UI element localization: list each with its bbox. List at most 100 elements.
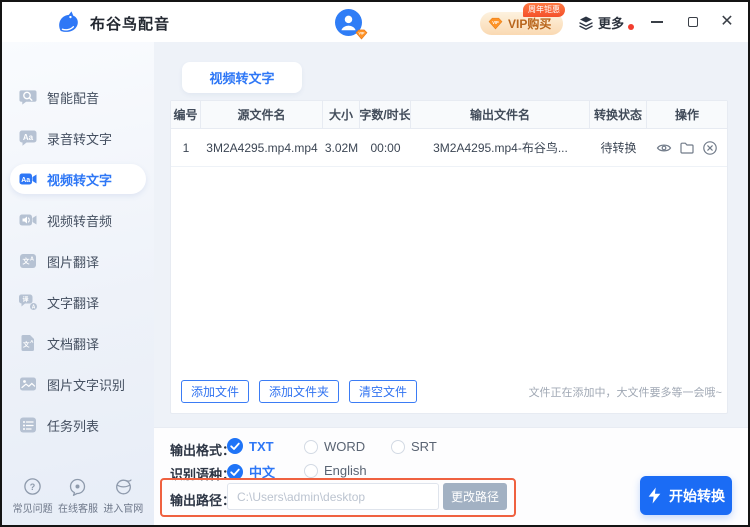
vip-purchase-label: VIP购买 [508, 15, 551, 32]
col-header-actions: 操作 [647, 101, 727, 128]
text-translate-icon: 译 A [18, 292, 38, 312]
question-icon: ? [23, 477, 42, 496]
sidebar-item-video-to-audio[interactable]: 视频转音频 [10, 205, 146, 235]
open-folder-icon[interactable] [679, 140, 695, 156]
svg-text:Aa: Aa [23, 133, 34, 142]
more-menu[interactable]: 更多 [578, 13, 634, 32]
radio-checked-icon [227, 438, 243, 454]
sidebar-item-video-to-text[interactable]: Aa 视频转文字 [10, 164, 146, 194]
language-option-english[interactable]: English [304, 463, 367, 478]
format-option-srt[interactable]: SRT [391, 439, 437, 454]
cell-no: 1 [171, 129, 201, 166]
language-chinese-label: 中文 [249, 462, 275, 481]
preview-eye-icon[interactable] [656, 140, 672, 156]
file-table-card: 编号 源文件名 大小 字数/时长 输出文件名 转换状态 操作 1 3M2A429… [170, 100, 728, 414]
image-translate-icon: 文 A [18, 251, 38, 271]
col-header-output: 输出文件名 [411, 101, 590, 128]
sidebar-item-audio-to-text[interactable]: Aa 录音转文字 [10, 123, 146, 153]
cell-size: 3.02M [323, 129, 360, 166]
support-icon [68, 477, 87, 496]
col-header-source: 源文件名 [201, 101, 323, 128]
file-buttons: 添加文件 添加文件夹 清空文件 [181, 380, 417, 403]
add-folder-button[interactable]: 添加文件夹 [259, 380, 339, 403]
tab-video-to-text[interactable]: 视频转文字 [182, 62, 302, 93]
sidebar-footer: ? 常见问题 在线客服 进入 [2, 477, 154, 515]
anniversary-sale-badge: 周年钜惠 [523, 3, 565, 17]
close-button[interactable]: ✕ [716, 11, 738, 33]
format-txt-label: TXT [249, 439, 274, 454]
output-path-input[interactable] [227, 483, 439, 510]
radio-checked-icon [227, 464, 243, 480]
sidebar: 智能配音 Aa 录音转文字 Aa 视频转文字 [2, 42, 154, 525]
app-logo-bird-icon [54, 9, 81, 36]
radio-unchecked-icon [391, 440, 405, 454]
minimize-button[interactable] [646, 11, 668, 33]
main-content: 视频转文字 编号 源文件名 大小 字数/时长 输出文件名 转换状态 操作 1 3… [154, 42, 748, 525]
sidebar-item-smart-dubbing[interactable]: 智能配音 [10, 82, 146, 112]
video-to-text-icon: Aa [18, 169, 38, 189]
format-option-word[interactable]: WORD [304, 439, 365, 454]
format-option-txt[interactable]: TXT [227, 438, 274, 454]
sidebar-item-task-list[interactable]: 任务列表 [10, 410, 146, 440]
svg-text:A: A [30, 257, 34, 263]
smart-dubbing-icon [18, 87, 38, 107]
clear-files-button[interactable]: 清空文件 [349, 380, 417, 403]
online-support-button[interactable]: 在线客服 [55, 477, 100, 515]
faq-button[interactable]: ? 常见问题 [10, 477, 55, 515]
sidebar-item-image-translate[interactable]: 文 A 图片翻译 [10, 246, 146, 276]
output-path-label: 输出路径： [170, 490, 235, 509]
radio-unchecked-icon [304, 464, 318, 478]
cell-duration: 00:00 [360, 129, 411, 166]
sidebar-item-doc-translate[interactable]: 文 A 文档翻译 [10, 328, 146, 358]
sidebar-item-label: 图片翻译 [47, 252, 99, 271]
change-path-button[interactable]: 更改路径 [443, 483, 507, 510]
output-format-label: 输出格式： [170, 440, 235, 459]
image-ocr-icon [18, 374, 38, 394]
avatar-vip-badge-icon: VIP [355, 29, 368, 40]
sidebar-item-label: 视频转文字 [47, 170, 112, 189]
cell-source-filename: 3M2A4295.mp4.mp4 [201, 129, 323, 166]
sidebar-item-label: 任务列表 [47, 416, 99, 435]
task-list-icon [18, 415, 38, 435]
cell-output-filename: 3M2A4295.mp4-布谷鸟... [411, 129, 590, 166]
format-srt-label: SRT [411, 439, 437, 454]
svg-text:A: A [32, 305, 36, 311]
sidebar-item-label: 录音转文字 [47, 129, 112, 148]
sidebar-item-label: 文档翻译 [47, 334, 99, 353]
remove-file-icon[interactable] [702, 140, 718, 156]
maximize-button[interactable] [682, 11, 704, 33]
maximize-icon [688, 17, 698, 27]
col-header-duration: 字数/时长 [360, 101, 411, 128]
add-file-button[interactable]: 添加文件 [181, 380, 249, 403]
svg-text:Aa: Aa [21, 177, 30, 184]
language-label: 识别语种： [170, 464, 235, 483]
user-avatar[interactable]: VIP [335, 9, 365, 39]
table-header-row: 编号 源文件名 大小 字数/时长 输出文件名 转换状态 操作 [171, 101, 727, 129]
sidebar-item-label: 文字翻译 [47, 293, 99, 312]
row-actions [656, 140, 718, 156]
sidebar-item-text-translate[interactable]: 译 A 文字翻译 [10, 287, 146, 317]
lightning-icon [647, 487, 662, 504]
sidebar-item-image-ocr[interactable]: 图片文字识别 [10, 369, 146, 399]
notification-dot [628, 24, 634, 30]
table-row: 1 3M2A4295.mp4.mp4 3.02M 00:00 3M2A4295.… [171, 129, 727, 167]
language-option-chinese[interactable]: 中文 [227, 462, 275, 481]
official-website-button[interactable]: 进入官网 [101, 477, 146, 515]
start-convert-button[interactable]: 开始转换 [640, 476, 732, 515]
svg-text:VIP: VIP [359, 32, 365, 36]
radio-unchecked-icon [304, 440, 318, 454]
language-english-label: English [324, 463, 367, 478]
format-word-label: WORD [324, 439, 365, 454]
online-support-label: 在线客服 [58, 500, 98, 515]
website-icon [114, 477, 133, 496]
svg-text:?: ? [30, 482, 36, 492]
audio-to-text-icon: Aa [18, 128, 38, 148]
minimize-icon [651, 21, 663, 23]
app-window: 布谷鸟配音 VIP VIP VIP购买 周年钜惠 [0, 0, 750, 527]
titlebar: 布谷鸟配音 VIP VIP VIP购买 周年钜惠 [2, 2, 748, 42]
sidebar-item-label: 智能配音 [47, 88, 99, 107]
more-label: 更多 [598, 13, 624, 32]
cell-status: 待转换 [590, 129, 647, 166]
options-panel: 输出格式： TXT WORD SRT 识别语种： [154, 427, 748, 525]
sidebar-item-label: 图片文字识别 [47, 375, 125, 394]
